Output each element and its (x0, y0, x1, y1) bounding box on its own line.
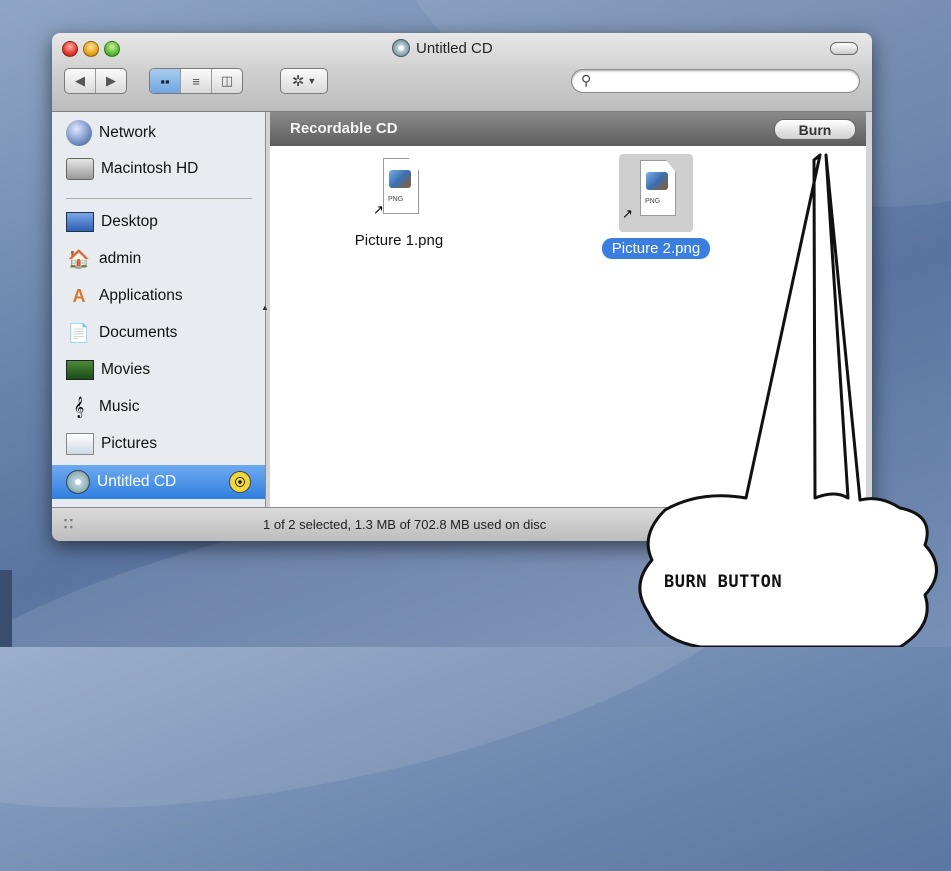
file-item-picture-2[interactable]: PNG ↗ Picture 2.png (571, 154, 741, 259)
icon-view-icon[interactable]: ▪▪ (150, 69, 181, 93)
sidebar-item-label: Applications (99, 287, 183, 304)
music-icon: 𝄞 (73, 396, 85, 417)
column-view-icon[interactable]: ◫ (212, 69, 242, 93)
search-icon: ⚲ (581, 72, 592, 88)
window-title-text: Untitled CD (416, 39, 493, 57)
sidebar-item-label: admin (99, 250, 142, 267)
burn-radiation-icon[interactable] (229, 471, 251, 493)
forward-arrow-icon[interactable]: ▶ (96, 69, 126, 93)
grip-icon: ▪ ▪ ▪ ▪ (64, 515, 73, 532)
sidebar-item-label: Movies (101, 361, 151, 378)
file-item-picture-1[interactable]: PNG ↗ Picture 1.png (314, 154, 484, 251)
png-file-icon: PNG ↗ (371, 154, 427, 224)
sidebar-item-label: Untitled CD (97, 473, 177, 490)
cd-icon (392, 39, 410, 57)
minimize-window-button[interactable] (83, 41, 99, 57)
back-forward-control: ◀ ▶ (64, 68, 127, 94)
view-mode-control: ▪▪ ≡ ◫ (149, 68, 243, 94)
search-field[interactable]: ⚲ (571, 69, 860, 93)
gear-icon: ✲ (291, 73, 305, 90)
documents-icon: 📄 (67, 322, 91, 343)
pictures-icon (66, 433, 94, 455)
toolbar-toggle-button[interactable] (830, 42, 858, 55)
sidebar-item-label: Desktop (101, 213, 158, 230)
sidebar-item-pictures[interactable]: Pictures (52, 427, 265, 461)
sidebar-item-desktop[interactable]: Desktop (52, 205, 265, 239)
sidebar-item-label: Pictures (101, 435, 157, 452)
desktop-icon (66, 212, 94, 232)
sidebar-item-network[interactable]: Network (52, 116, 265, 150)
file-browser-content: Recordable CD Burn PNG ↗ Picture 1.png P… (270, 112, 866, 507)
sidebar-item-movies[interactable]: Movies (52, 353, 265, 387)
home-icon: 🏠 (67, 248, 91, 269)
png-file-icon: PNG ↗ (619, 154, 693, 232)
back-arrow-icon[interactable]: ◀ (65, 69, 96, 93)
sidebar-divider (66, 198, 252, 199)
action-menu-button[interactable]: ✲ ▼ (280, 68, 328, 94)
window-titlebar[interactable]: Untitled CD ◀ ▶ ▪▪ ≡ ◫ ✲ ▼ ⚲ (52, 33, 872, 112)
header-title: Recordable CD (290, 120, 398, 137)
sidebar-item-applications[interactable]: A Applications (52, 279, 265, 313)
finder-window: Untitled CD ◀ ▶ ▪▪ ≡ ◫ ✲ ▼ ⚲ Network Maci… (52, 33, 872, 541)
window-title: Untitled CD (392, 39, 493, 57)
close-window-button[interactable] (62, 41, 78, 57)
search-input[interactable] (600, 72, 844, 90)
sidebar: Network Macintosh HD Desktop 🏠 admin A A… (52, 112, 266, 507)
sidebar-item-documents[interactable]: 📄 Documents (52, 316, 265, 350)
sidebar-item-untitled-cd[interactable]: Untitled CD (52, 465, 265, 499)
movies-icon (66, 360, 94, 380)
burn-folder-header: Recordable CD Burn (270, 112, 866, 146)
chevron-down-icon: ▼ (307, 76, 317, 86)
sidebar-item-label: Music (99, 398, 140, 415)
sidebar-item-label: Documents (99, 324, 178, 341)
image-thumbnail (389, 170, 411, 188)
sidebar-item-label: Network (99, 124, 156, 141)
file-type-label: PNG (388, 196, 404, 203)
hard-drive-icon (66, 158, 94, 180)
cd-icon (66, 470, 90, 494)
status-text: 1 of 2 selected, 1.3 MB of 702.8 MB used… (263, 517, 547, 532)
applications-icon: A (72, 285, 86, 306)
zoom-window-button[interactable] (104, 41, 120, 57)
burn-button[interactable]: Burn (774, 119, 856, 140)
sidebar-item-macintosh-hd[interactable]: Macintosh HD (52, 152, 265, 186)
file-type-label: PNG (645, 198, 661, 205)
file-name[interactable]: Picture 2.png (601, 238, 711, 259)
sidebar-item-admin[interactable]: 🏠 admin (52, 242, 265, 276)
status-bar: ▪ ▪ ▪ ▪ 1 of 2 selected, 1.3 MB of 702.8 … (52, 507, 872, 541)
file-name[interactable]: Picture 1.png (345, 230, 453, 251)
image-thumbnail (646, 172, 668, 190)
desktop-edge-item (0, 570, 12, 647)
sidebar-item-music[interactable]: 𝄞 Music (52, 390, 265, 424)
network-globe-icon (66, 120, 92, 146)
alias-arrow-icon: ↗ (373, 202, 384, 217)
alias-arrow-icon: ↗ (622, 206, 633, 221)
sidebar-item-label: Macintosh HD (101, 160, 199, 177)
callout-label: BURN BUTTON (664, 572, 783, 592)
sidebar-splitter-handle[interactable]: ▲ (261, 303, 269, 312)
list-view-icon[interactable]: ≡ (181, 69, 212, 93)
